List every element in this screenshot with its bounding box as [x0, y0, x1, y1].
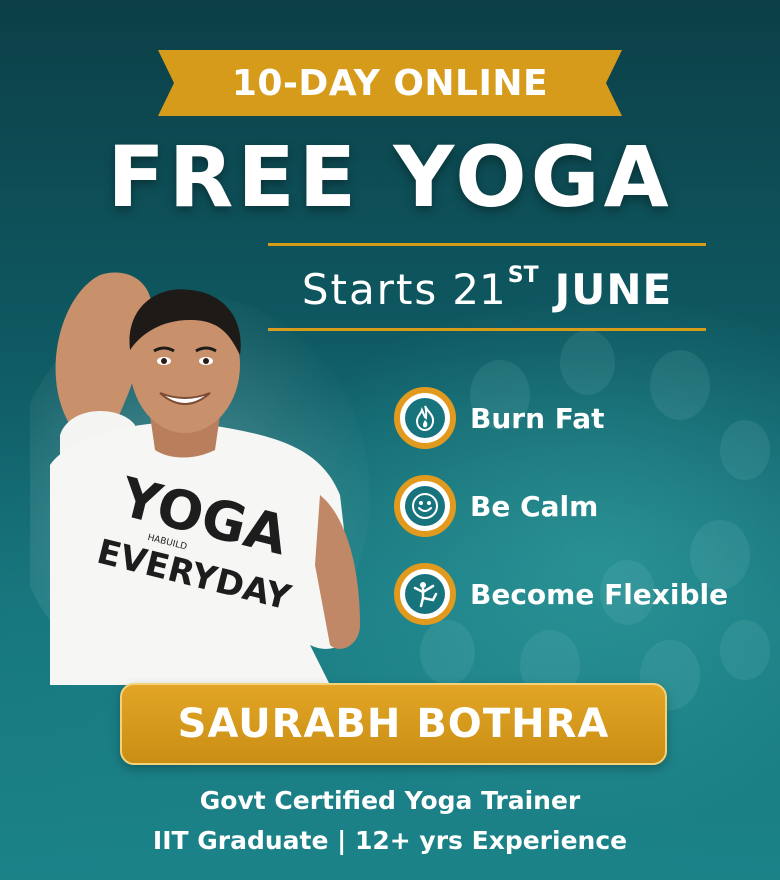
benefit-label: Become Flexible [470, 577, 729, 611]
benefit-burn-fat: Burn Fat [394, 387, 605, 449]
trainer-name: SAURABH BOTHRA [177, 701, 610, 747]
trainer-name-banner: SAURABH BOTHRA [120, 683, 667, 765]
benefit-be-calm: Be Calm [394, 475, 598, 537]
yoga-poster: 10-DAY ONLINE FREE YOGA Starts 21 ST JUN… [0, 0, 780, 880]
divider-top [268, 243, 706, 246]
duration-ribbon: 10-DAY ONLINE [158, 50, 622, 116]
benefit-label: Be Calm [470, 489, 599, 523]
flame-icon [394, 387, 456, 449]
start-day-suffix: ST [507, 262, 539, 288]
start-day: 21 [452, 264, 506, 314]
smiley-icon [394, 475, 456, 537]
main-title: FREE YOGA [107, 128, 673, 226]
trainer-credential-2: IIT Graduate | 12+ yrs Experience [152, 826, 628, 855]
start-month: JUNE [554, 264, 673, 314]
yoga-pose-icon [394, 563, 456, 625]
trainer-credential-1: Govt Certified Yoga Trainer [199, 786, 581, 815]
benefit-become-flexible: Become Flexible [394, 563, 728, 625]
ribbon-text: 10-DAY ONLINE [231, 62, 549, 104]
benefit-label: Burn Fat [470, 401, 605, 435]
trainer-photo: YOGA HABUILD EVERYDAY [30, 272, 370, 685]
